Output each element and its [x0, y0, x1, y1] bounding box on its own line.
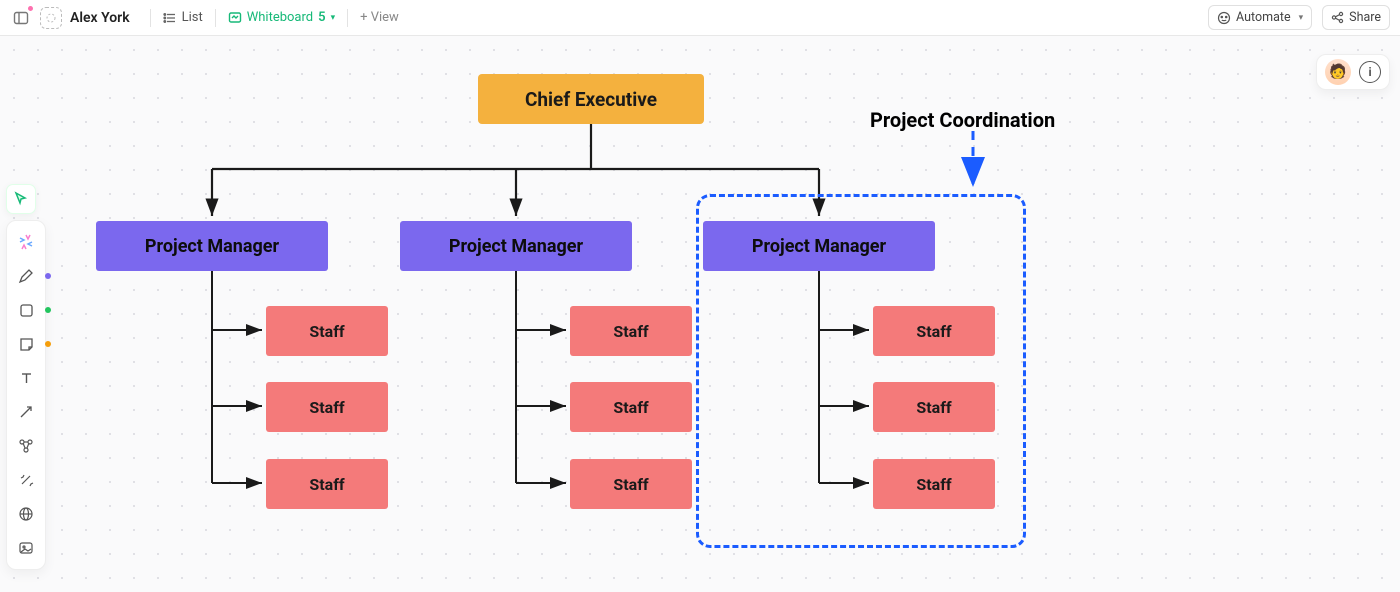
node-staff-3-3[interactable]: Staff [873, 459, 995, 509]
whiteboard-toolbar [6, 220, 46, 570]
node-project-manager-1[interactable]: Project Manager [96, 221, 328, 271]
add-view-button[interactable]: + View [352, 4, 407, 31]
tool-connector[interactable] [11, 397, 41, 427]
node-project-manager-2[interactable]: Project Manager [400, 221, 632, 271]
tool-select[interactable] [6, 184, 36, 214]
notification-dot [27, 5, 34, 12]
tab-whiteboard-count: 5 [318, 10, 325, 25]
tool-pen[interactable] [11, 261, 41, 291]
view-tabs: List Whiteboard 5 ▾ + View [150, 4, 407, 31]
node-staff-2-3[interactable]: Staff [570, 459, 692, 509]
node-staff-2-1[interactable]: Staff [570, 306, 692, 356]
node-staff-2-2[interactable]: Staff [570, 382, 692, 432]
chevron-down-icon: ▾ [331, 13, 336, 23]
tool-generate[interactable] [11, 227, 41, 257]
node-chief-executive[interactable]: Chief Executive [478, 74, 704, 124]
node-staff-1-3[interactable]: Staff [266, 459, 388, 509]
tool-text[interactable] [11, 363, 41, 393]
annotation-label: Project Coordination [870, 108, 1055, 132]
whiteboard-canvas[interactable]: 🧑 i [0, 36, 1400, 592]
workspace-icon[interactable] [40, 7, 62, 29]
chevron-down-icon: ▾ [1299, 13, 1304, 23]
automate-label: Automate [1236, 10, 1291, 25]
automate-button[interactable]: Automate ▾ [1208, 5, 1312, 30]
collapse-sidebar-button[interactable] [10, 7, 32, 29]
tool-sticky[interactable] [11, 329, 41, 359]
topbar-right: Automate ▾ Share [1208, 5, 1390, 30]
tool-ai[interactable] [11, 465, 41, 495]
node-staff-1-1[interactable]: Staff [266, 306, 388, 356]
add-view-label: + View [360, 10, 399, 25]
topbar: Alex York List Whiteboard 5 ▾ + View Aut… [0, 0, 1400, 36]
user-avatar[interactable]: 🧑 [1325, 59, 1351, 85]
tab-list-label: List [182, 10, 203, 25]
node-project-manager-3[interactable]: Project Manager [703, 221, 935, 271]
node-staff-3-2[interactable]: Staff [873, 382, 995, 432]
share-label: Share [1349, 10, 1381, 25]
tool-relationship[interactable] [11, 431, 41, 461]
info-icon[interactable]: i [1359, 61, 1381, 83]
tool-web[interactable] [11, 499, 41, 529]
tab-list[interactable]: List [155, 4, 211, 31]
tab-whiteboard[interactable]: Whiteboard 5 ▾ [220, 4, 343, 31]
share-button[interactable]: Share [1322, 5, 1390, 30]
workspace-name[interactable]: Alex York [70, 10, 130, 26]
tool-shape[interactable] [11, 295, 41, 325]
node-staff-3-1[interactable]: Staff [873, 306, 995, 356]
canvas-presence: 🧑 i [1316, 54, 1390, 90]
tool-image[interactable] [11, 533, 41, 563]
topbar-left: Alex York List Whiteboard 5 ▾ + View [10, 4, 407, 31]
tab-whiteboard-label: Whiteboard [247, 10, 313, 25]
node-staff-1-2[interactable]: Staff [266, 382, 388, 432]
